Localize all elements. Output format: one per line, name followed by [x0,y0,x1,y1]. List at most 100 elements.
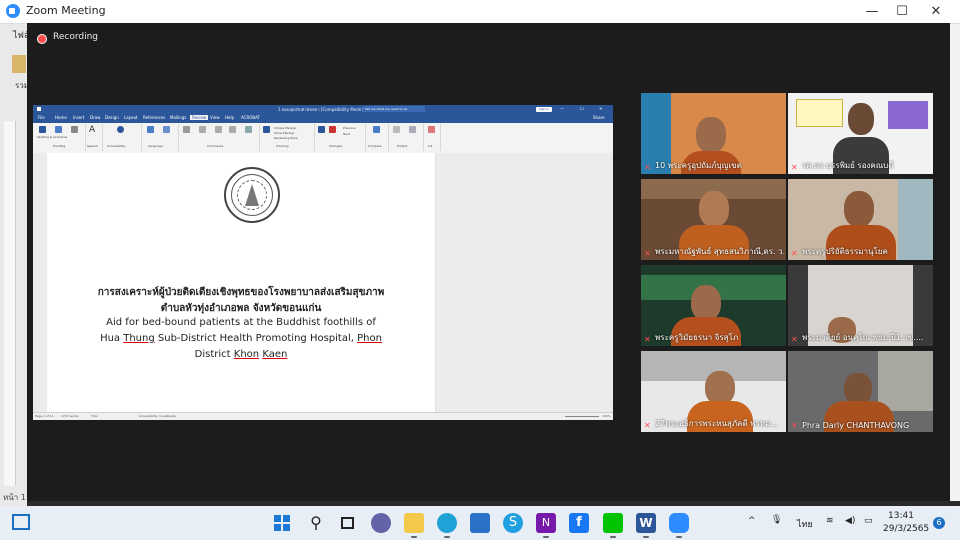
close-button[interactable]: ✕ [920,0,952,23]
maximize-button[interactable]: ☐ [886,0,918,23]
mail-icon[interactable] [470,513,490,533]
spelling-icon[interactable] [39,126,46,133]
tab-home[interactable]: Home [55,115,67,120]
notification-badge[interactable]: 6 [933,517,945,529]
tab-design[interactable]: Design [105,115,119,120]
microphone-icon[interactable]: 🎙 [771,515,782,525]
participant-tile[interactable]: Phra Darly CHANTHAVONG ✕ [788,351,933,432]
ribbon-group-accessibility: Accessibility [103,124,142,151]
tab-acrobat[interactable]: ACROBAT [241,115,260,120]
ribbon-group-protect: Protect [389,124,424,151]
group-label: Language [148,144,163,148]
clock-date[interactable]: 29/3/2565 [883,524,929,534]
line-icon[interactable] [603,513,623,538]
tab-review[interactable]: Review [190,115,209,120]
search-icon[interactable]: ⚲ [306,513,326,533]
save-icon[interactable] [37,107,41,111]
tab-view[interactable]: View [210,115,220,120]
word-search-box[interactable]: Tell me what you want to do [363,106,425,112]
participant-name: พระมาติยย์ อนุคุโณ พธม.ปี1.วข.... [802,333,924,342]
show-markup-dropdown[interactable]: Show Markup [274,131,294,135]
read-aloud-icon[interactable]: A [89,125,95,135]
onenote-icon[interactable]: N [536,513,556,538]
accessibility-status[interactable]: Accessibility: Investigate [139,414,176,418]
tab-mailings[interactable]: Mailings [170,115,186,120]
word-count-icon[interactable] [71,126,78,133]
participant-name: 10 พระครูอุปถัมภ์บุญเขต [655,161,742,170]
widgets-icon[interactable] [12,514,30,530]
spelling-label: Spelling & Grammar [37,135,68,139]
participant-video [696,117,726,153]
thesaurus-icon[interactable] [55,126,62,133]
previous-comment-icon[interactable] [215,126,222,133]
tab-file[interactable]: File [38,115,45,120]
translate-icon[interactable] [147,126,154,133]
ribbon-group-comments: Comments [179,124,260,151]
spellcheck-word: Khon [233,349,260,360]
wifi-icon[interactable]: ≋ [826,516,834,526]
task-view-icon[interactable] [338,513,358,533]
word-close-button[interactable]: ✕ [599,106,602,111]
participant-tile[interactable]: พระมหาณัฐพันธ์ สุทธสนวิภาณี,ดร. ว... ✕ [641,179,786,260]
participant-tile[interactable]: พระครูปริยัติธรรมานุโยค ✕ [788,179,933,260]
previous-change-button[interactable]: Previous [343,126,356,130]
word-icon[interactable]: W [636,513,656,538]
compare-icon[interactable] [373,126,380,133]
language-icon[interactable] [163,126,170,133]
track-changes-icon[interactable] [263,126,270,133]
chat-icon[interactable] [371,513,391,533]
tab-references[interactable]: References [143,115,165,120]
participant-tile[interactable]: 27พระอธิการพระหนสุภัคดี พรหม... ✕ [641,351,786,432]
accessibility-icon[interactable] [117,126,124,133]
delete-comment-icon[interactable] [199,126,206,133]
participant-tile[interactable]: พระมาติยย์ อนุคุโณ พธม.ปี1.วข.... ✕ [788,265,933,346]
accept-icon[interactable] [318,126,325,133]
simple-markup-dropdown[interactable]: Simple Markup [274,126,296,130]
word-maximize-button[interactable]: ☐ [580,106,584,111]
word-count[interactable]: 1713 words [61,414,79,418]
word-status-bar: Page 1 of 11 1713 words Thai Accessibili… [33,412,613,420]
reject-icon[interactable] [329,126,336,133]
participant-video [691,285,721,321]
word-minimize-button[interactable]: — [560,106,564,111]
shared-screen-word[interactable]: 1 ตอบสุดปรับตัวนัขขขา [Compatibility Mod… [33,105,613,420]
block-authors-icon[interactable] [393,126,400,133]
zoom-level[interactable]: 100% [602,414,611,418]
tab-layout[interactable]: Layout [124,115,138,120]
recording-label: Recording [53,32,99,42]
edge-icon[interactable] [437,513,457,538]
share-button[interactable]: Share [593,115,605,120]
clock-time[interactable]: 13:41 [888,511,914,521]
participant-tile[interactable]: พระครูวิมัยธรนา จิรสุโภ ✕ [641,265,786,346]
reviewing-pane-button[interactable]: Reviewing Pane [274,136,298,140]
skype-icon[interactable]: S [503,513,523,533]
tab-draw[interactable]: Draw [90,115,100,120]
participant-name: พระครูปริยัติธรรมานุโยค [802,247,888,256]
battery-icon[interactable]: ▭ [864,516,873,526]
minimize-button[interactable]: — [856,0,888,23]
zoom-slider[interactable] [565,416,599,417]
next-change-button[interactable]: Next [343,132,350,136]
hide-ink-icon[interactable] [428,126,435,133]
tab-help[interactable]: Help [225,115,234,120]
new-comment-icon[interactable] [183,126,190,133]
page-count[interactable]: Page 1 of 11 [35,414,54,418]
tab-insert[interactable]: Insert [73,115,84,120]
show-comments-icon[interactable] [245,126,252,133]
file-explorer-icon[interactable] [404,513,424,538]
participant-tile-active[interactable]: รศ.ดร.บรรพิมย์ รองคณบดี ✕ [788,93,933,174]
ribbon-group-proofing: Spelling & Grammar Proofing [35,124,86,151]
zoom-icon[interactable] [669,513,689,538]
chevron-up-icon[interactable]: ^ [748,516,756,526]
zoom-logo-icon [6,4,20,18]
sign-in-button[interactable]: Sign in [536,107,552,112]
next-comment-icon[interactable] [229,126,236,133]
text-run: District [194,349,234,360]
volume-icon[interactable]: ◀) [845,516,855,526]
participant-tile[interactable]: 10 พระครูอุปถัมภ์บุญเขต ✕ [641,93,786,174]
restrict-editing-icon[interactable] [409,126,416,133]
start-icon[interactable] [272,513,292,533]
status-language[interactable]: Thai [91,414,97,418]
input-language[interactable]: ไทย [797,517,813,531]
facebook-icon[interactable]: f [569,513,589,533]
